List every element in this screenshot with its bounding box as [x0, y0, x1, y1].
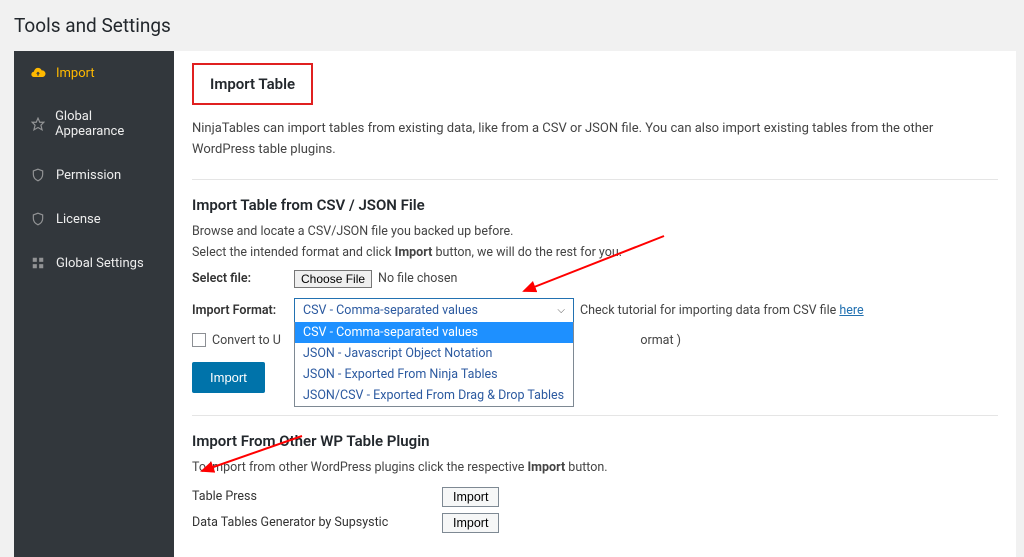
sidebar: Import Global Appearance Permission Lice… — [14, 51, 174, 557]
sidebar-item-label: License — [56, 212, 101, 227]
plugin-import-button[interactable]: Import — [442, 487, 499, 507]
star-icon — [30, 116, 45, 132]
dropdown-option[interactable]: JSON/CSV - Exported From Drag & Drop Tab… — [295, 385, 573, 406]
section-heading: Import Table — [192, 63, 313, 105]
sidebar-item-label: Global Settings — [56, 256, 144, 271]
dropdown-option[interactable]: JSON - Exported From Ninja Tables — [295, 364, 573, 385]
instruction-text: Select the intended format and click Imp… — [192, 245, 998, 260]
page-title: Tools and Settings — [0, 0, 1024, 51]
plugin-name: Table Press — [192, 489, 442, 504]
select-file-label: Select file: — [192, 271, 288, 286]
shield-icon — [30, 167, 46, 183]
sidebar-item-global-settings[interactable]: Global Settings — [14, 241, 174, 285]
sidebar-item-license[interactable]: License — [14, 197, 174, 241]
plugin-row: Data Tables Generator by Supsystic Impor… — [192, 513, 998, 533]
import-csv-title: Import Table from CSV / JSON File — [192, 196, 998, 214]
dropdown-list: CSV - Comma-separated values JSON - Java… — [294, 322, 574, 407]
import-format-select[interactable]: CSV - Comma-separated values ⌵ CSV - Com… — [294, 298, 574, 323]
chevron-down-icon: ⌵ — [557, 305, 565, 316]
plugin-name: Data Tables Generator by Supsystic — [192, 515, 442, 530]
dropdown-option[interactable]: CSV - Comma-separated values — [295, 322, 573, 343]
cloud-upload-icon — [30, 65, 46, 81]
divider — [192, 179, 998, 180]
badge-icon — [30, 211, 46, 227]
plugin-import-button[interactable]: Import — [442, 513, 499, 533]
file-status-text: No file chosen — [378, 271, 457, 286]
instruction-text: To import from other WordPress plugins c… — [192, 460, 998, 475]
import-other-title: Import From Other WP Table Plugin — [192, 432, 998, 450]
sidebar-item-label: Import — [56, 66, 95, 81]
select-value: CSV - Comma-separated values — [303, 303, 478, 318]
import-button[interactable]: Import — [192, 362, 265, 393]
import-format-label: Import Format: — [192, 303, 288, 318]
instruction-text: Browse and locate a CSV/JSON file you ba… — [192, 224, 998, 239]
sidebar-item-permission[interactable]: Permission — [14, 153, 174, 197]
hint-text: Check tutorial for importing data from C… — [580, 303, 864, 318]
convert-checkbox[interactable] — [192, 333, 206, 347]
sidebar-item-label: Permission — [56, 168, 121, 183]
dropdown-option[interactable]: JSON - Javascript Object Notation — [295, 343, 573, 364]
sidebar-item-appearance[interactable]: Global Appearance — [14, 95, 174, 153]
tutorial-link[interactable]: here — [839, 303, 863, 318]
sidebar-item-label: Global Appearance — [55, 109, 158, 139]
intro-text: NinjaTables can import tables from exist… — [192, 119, 998, 161]
main-content: Import Table NinjaTables can import tabl… — [174, 51, 1016, 557]
annotation-arrow-icon — [514, 231, 674, 305]
divider — [192, 415, 998, 416]
sidebar-item-import[interactable]: Import — [14, 51, 174, 95]
plugin-row: Table Press Import — [192, 487, 998, 507]
choose-file-button[interactable]: Choose File — [294, 270, 372, 288]
grid-icon — [30, 255, 46, 271]
